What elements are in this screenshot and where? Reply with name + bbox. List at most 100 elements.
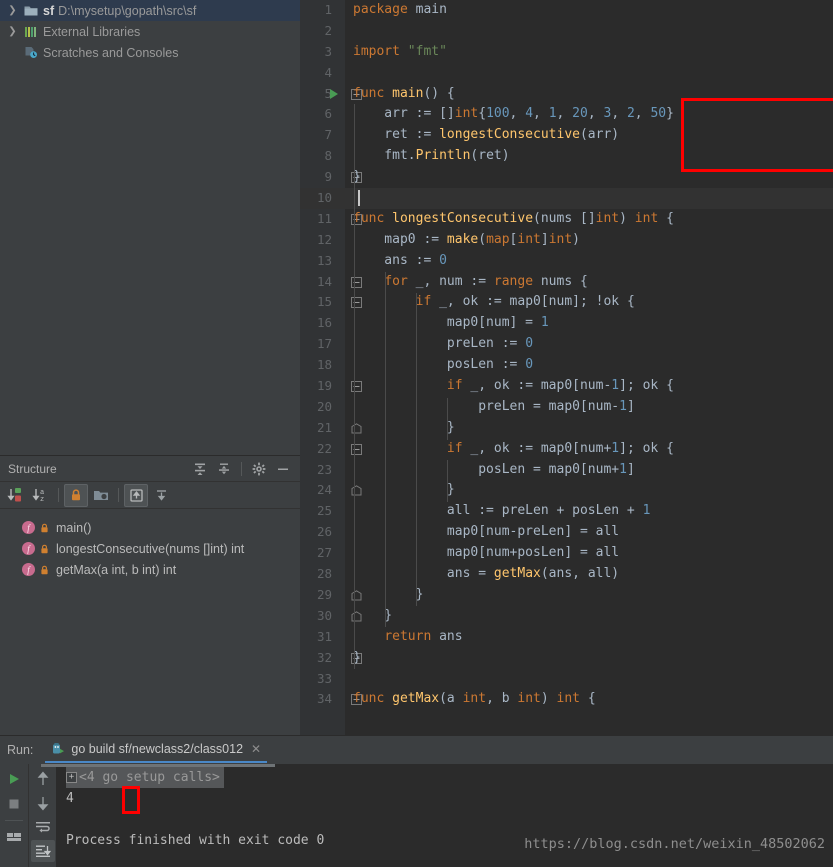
close-icon[interactable]: ✕ <box>251 742 261 756</box>
code-editor[interactable]: 1 package main 2 3 import "fmt" 4 5 func main()… <box>300 0 833 735</box>
code-line[interactable]: 11 func longestConsecutive(nums []int) in… <box>300 209 833 230</box>
lock-icon <box>40 544 49 554</box>
line-number: 12 <box>316 231 332 247</box>
structure-toolbar: a z <box>0 482 300 509</box>
code-line[interactable]: 6 arr := []int{100, 4, 1, 20, 3, 2, 50} <box>300 104 833 125</box>
chevron-right-icon[interactable]: ❯ <box>4 26 21 37</box>
code-line[interactable]: 12 map0 := make(map[int]int) <box>300 230 833 251</box>
code-line[interactable]: 20 preLen = map0[num-1] <box>300 397 833 418</box>
tree-item-scratches-and-consoles[interactable]: ❯ Scratches and Consoles <box>0 42 300 63</box>
code-line[interactable]: 17 preLen := 0 <box>300 334 833 355</box>
sort-by-visibility-icon[interactable] <box>4 484 28 507</box>
expand-all-icon[interactable] <box>189 458 211 480</box>
code-line[interactable]: 19 if _, ok := map0[num-1]; ok { <box>300 376 833 397</box>
code-line[interactable]: 33 <box>300 669 833 690</box>
structure-item-longestconsecutive[interactable]: f longestConsecutive(nums []int) int <box>0 538 300 559</box>
line-number: 21 <box>316 419 332 435</box>
code-line[interactable]: 5 func main() { <box>300 84 833 105</box>
code-line-text: all := preLen + posLen + 1 <box>353 503 651 519</box>
editor-code-area[interactable]: 1 package main 2 3 import "fmt" 4 5 func main()… <box>300 0 833 710</box>
sort-alphabetically-icon[interactable]: a z <box>29 484 53 507</box>
code-line[interactable]: 9} <box>300 167 833 188</box>
tree-item-sf-path: D:\mysetup\gopath\src\sf <box>58 3 197 18</box>
code-line[interactable]: 3 import "fmt" <box>300 42 833 63</box>
tree-item-sf-label: sf D:\mysetup\gopath\src\sf <box>43 4 196 18</box>
line-number: 11 <box>316 210 332 226</box>
code-line[interactable]: 22 if _, ok := map0[num+1]; ok { <box>300 439 833 460</box>
code-line[interactable]: 14 for _, num := range nums { <box>300 272 833 293</box>
code-line[interactable]: 27 map0[num+posLen] = all <box>300 543 833 564</box>
code-line[interactable]: 13 ans := 0 <box>300 251 833 272</box>
code-line-text: map0 := make(map[int]int) <box>353 231 580 247</box>
layout-icon[interactable] <box>2 826 26 848</box>
code-line[interactable]: 24 } <box>300 480 833 501</box>
indent-guide <box>416 293 417 606</box>
line-number: 16 <box>316 315 332 331</box>
code-line-text: } <box>353 607 393 623</box>
code-line[interactable]: 10 <box>300 188 833 209</box>
tree-item-sf[interactable]: ❯ sf D:\mysetup\gopath\src\sf <box>0 0 300 21</box>
code-line[interactable]: 32} <box>300 648 833 669</box>
left-tool-column: ❯ sf D:\mysetup\gopath\src\sf ❯ External… <box>0 0 300 735</box>
tree-item-sf-name: sf <box>43 3 55 18</box>
collapse-all-icon[interactable] <box>213 458 235 480</box>
code-line[interactable]: 30 } <box>300 606 833 627</box>
up-arrow-icon[interactable] <box>31 768 55 790</box>
console-output-line: 4 <box>56 788 833 809</box>
code-line-text: ans = getMax(ans, all) <box>353 566 620 582</box>
structure-item-getmax[interactable]: f getMax(a int, b int) int <box>0 559 300 580</box>
line-number: 23 <box>316 461 332 477</box>
code-line[interactable]: 26 map0[num-preLen] = all <box>300 522 833 543</box>
stop-icon[interactable] <box>2 793 26 815</box>
line-number: 15 <box>316 294 332 310</box>
indent-guide <box>447 460 448 502</box>
chevron-right-icon[interactable]: ❯ <box>4 5 21 16</box>
code-line[interactable]: 2 <box>300 21 833 42</box>
console-setup-calls-line[interactable]: + <4 go setup calls> <box>56 767 833 788</box>
line-number: 30 <box>316 607 332 623</box>
rerun-icon[interactable] <box>2 768 26 790</box>
code-line[interactable]: 15 if _, ok := map0[num]; !ok { <box>300 292 833 313</box>
lock-icon <box>40 565 49 575</box>
show-non-public-icon[interactable] <box>64 483 88 507</box>
code-line[interactable]: 21 } <box>300 418 833 439</box>
code-line[interactable]: 18 posLen := 0 <box>300 355 833 376</box>
indent-guide <box>385 272 386 627</box>
structure-item-label: longestConsecutive(nums []int) int <box>56 541 245 556</box>
line-number: 25 <box>316 503 332 519</box>
scroll-to-end-icon[interactable] <box>30 840 55 862</box>
run-tab-go-build[interactable]: go build sf/newclass2/class012 ✕ <box>45 737 268 763</box>
run-tab-scrollbar[interactable] <box>41 764 275 767</box>
run-console[interactable]: + <4 go setup calls> 4 Process finished w… <box>56 764 833 867</box>
setup-calls-group[interactable]: + <4 go setup calls> <box>66 767 224 788</box>
scratches-clock-icon <box>21 46 41 59</box>
gear-icon[interactable] <box>248 458 270 480</box>
code-line-text: preLen = map0[num-1] <box>353 398 635 414</box>
run-toolbar-primary <box>0 764 28 867</box>
code-line[interactable]: 25 all := preLen + posLen + 1 <box>300 501 833 522</box>
code-line[interactable]: 16 map0[num] = 1 <box>300 313 833 334</box>
watermark-url: https://blog.csdn.net/weixin_48502062 <box>524 836 825 852</box>
line-number: 4 <box>324 64 332 80</box>
code-line[interactable]: 7 ret := longestConsecutive(arr) <box>300 125 833 146</box>
tree-item-external-libraries[interactable]: ❯ External Libraries <box>0 21 300 42</box>
minimize-icon[interactable] <box>272 458 294 480</box>
code-line[interactable]: 28 ans = getMax(ans, all) <box>300 564 833 585</box>
down-arrow-icon[interactable] <box>31 792 55 814</box>
structure-item-main[interactable]: f main() <box>0 517 300 538</box>
group-by-file-icon[interactable] <box>89 484 113 507</box>
show-inherited-icon[interactable] <box>124 483 148 507</box>
code-line[interactable]: 1 package main <box>300 0 833 21</box>
code-line[interactable]: 34 func getMax(a int, b int) int { <box>300 689 833 710</box>
code-line[interactable]: 29 } <box>300 585 833 606</box>
soft-wrap-icon[interactable] <box>31 816 55 838</box>
run-gutter-icon[interactable] <box>326 84 342 105</box>
line-number: 6 <box>324 106 332 122</box>
code-line[interactable]: 8 fmt.Println(ret) <box>300 146 833 167</box>
show-anonymous-icon[interactable] <box>149 484 173 507</box>
code-line[interactable]: 31 return ans <box>300 627 833 648</box>
expand-icon[interactable]: + <box>66 772 77 783</box>
code-line[interactable]: 4 <box>300 63 833 84</box>
code-line[interactable]: 23 posLen = map0[num+1] <box>300 460 833 481</box>
